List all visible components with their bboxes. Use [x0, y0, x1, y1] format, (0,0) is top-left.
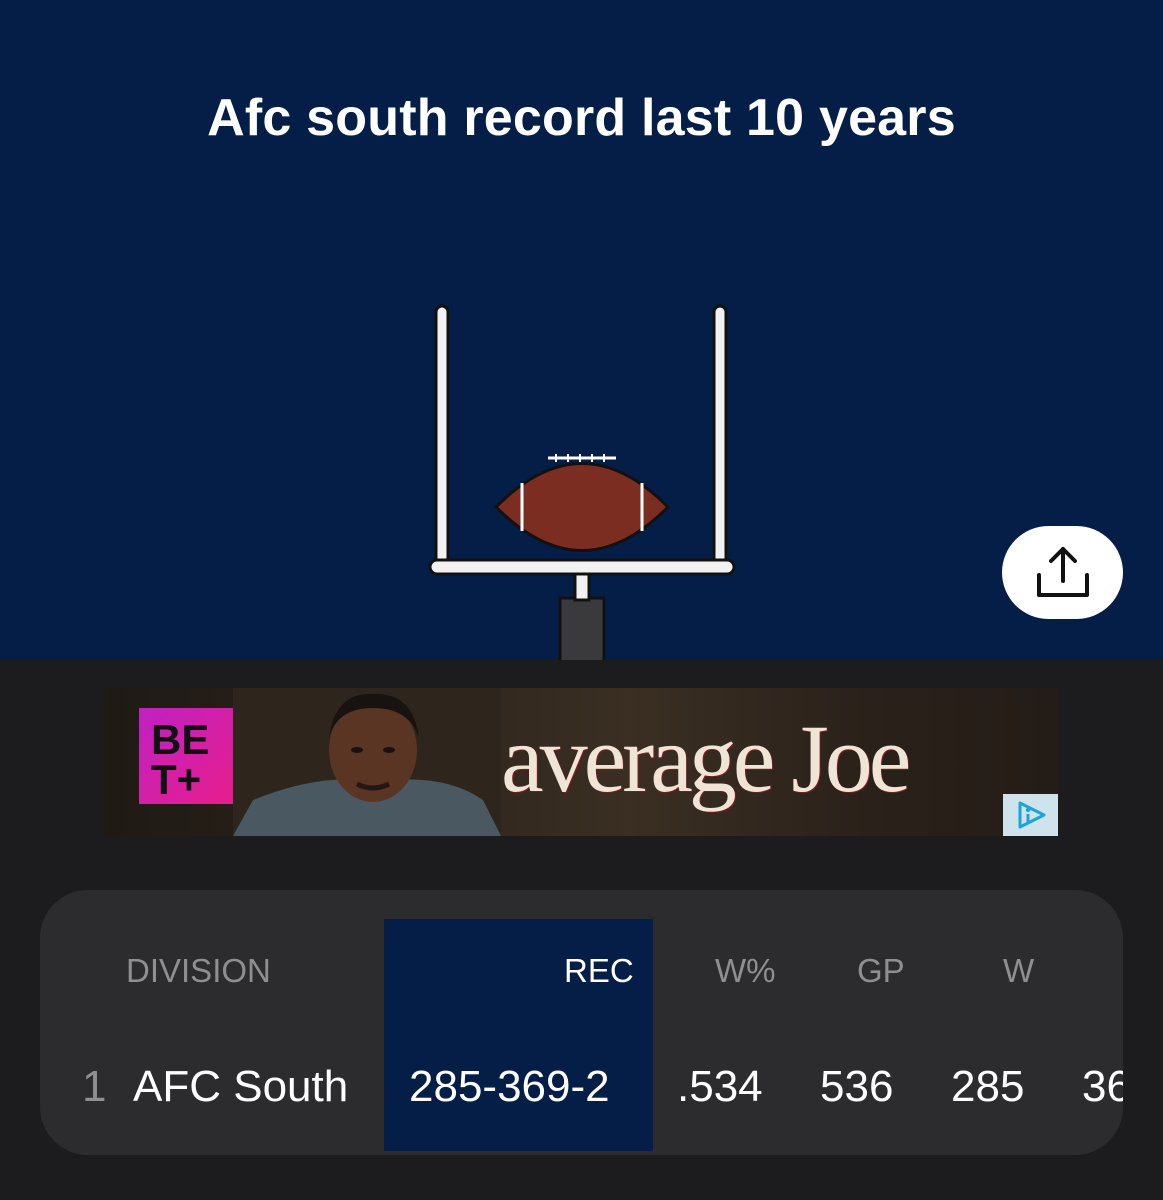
row-w: 285: [951, 1062, 1025, 1111]
column-header-gp[interactable]: GP: [857, 952, 905, 990]
share-button[interactable]: [1002, 526, 1123, 619]
row-rec: 285-369-2: [409, 1062, 610, 1111]
share-icon: [1036, 546, 1089, 597]
svg-text:T+: T+: [151, 756, 201, 803]
hero-section: Afc south record last 10 years: [0, 0, 1163, 660]
column-header-rec[interactable]: REC: [564, 952, 634, 990]
row-win-pct: .534: [677, 1062, 763, 1111]
ad-choices-button[interactable]: [1003, 794, 1058, 836]
row-rank: 1: [82, 1062, 107, 1111]
standings-table: DIVISION REC W% GP W 1 AFC South 285-369…: [40, 890, 1123, 1155]
ad-person-image: [233, 688, 501, 836]
row-next-column-partial: 36: [1082, 1062, 1123, 1111]
ad-choices-icon: [1018, 801, 1045, 829]
row-gp: 536: [820, 1062, 894, 1111]
column-header-win-pct[interactable]: W%: [715, 952, 776, 990]
goalpost-football-icon: [428, 304, 736, 660]
ad-title: average Joe: [501, 705, 911, 812]
column-header-division[interactable]: DIVISION: [126, 952, 271, 990]
ad-banner[interactable]: BE T+ average Joe: [105, 688, 1058, 836]
page-title: Afc south record last 10 years: [207, 89, 956, 147]
row-division-link[interactable]: AFC South: [133, 1062, 348, 1112]
column-header-w[interactable]: W: [1003, 952, 1034, 990]
bet-plus-logo: BE T+: [139, 708, 239, 804]
